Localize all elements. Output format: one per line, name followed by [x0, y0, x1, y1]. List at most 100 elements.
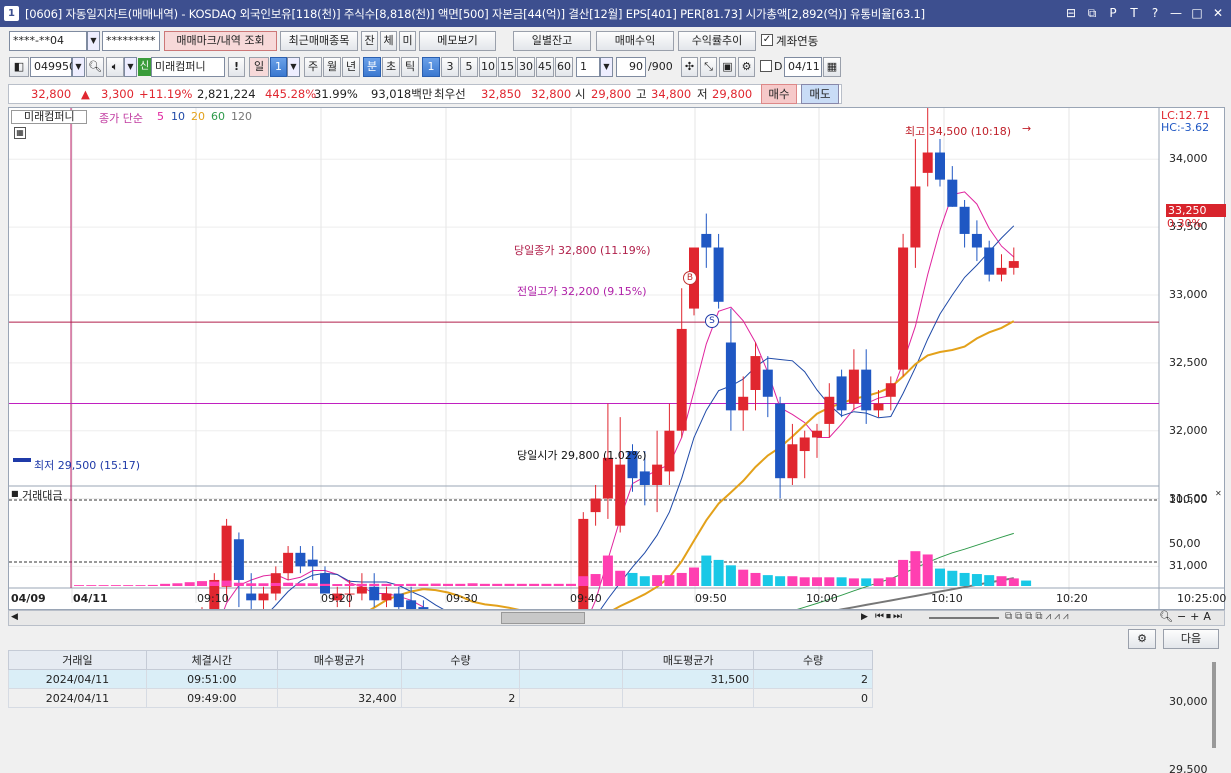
minute-5-button[interactable]: 5 — [460, 57, 478, 77]
maximize-icon[interactable]: □ — [1190, 5, 1204, 21]
period-num-dropdown-icon[interactable]: ▼ — [287, 57, 300, 77]
chart-layout-icon[interactable]: ◧ — [9, 57, 29, 77]
drawing-tools[interactable]: ⧉⧉⧉⧉⩘⩘⩘ — [1005, 611, 1071, 622]
balance-button[interactable]: 잔 — [361, 31, 378, 51]
price-tick-label: 32,500 — [1169, 355, 1208, 369]
window-title: [0606] 자동일지차트(매매내역) - KOSDAQ 외국인보유[118(천… — [25, 7, 925, 21]
help-icon[interactable]: ? — [1148, 5, 1162, 21]
period-num-select[interactable]: 1 — [270, 57, 287, 77]
account-dropdown-icon[interactable]: ▼ — [87, 31, 100, 51]
volume-panel-close-icon[interactable]: ✕ — [1215, 489, 1222, 498]
unit-dropdown-icon[interactable]: ▼ — [600, 57, 613, 77]
price-tick-label: 31,000 — [1169, 559, 1208, 573]
volume-bar — [996, 576, 1007, 586]
memo-button[interactable]: 메모보기 — [419, 31, 496, 51]
dock-icon[interactable]: ⊟ — [1064, 5, 1078, 21]
hc-value: HC:-3.62 — [1161, 121, 1210, 134]
period-year-button[interactable]: 년 — [342, 57, 360, 77]
candle-body — [381, 593, 392, 601]
password-input[interactable]: ********* — [102, 31, 160, 51]
minute-30-button[interactable]: 30 — [517, 57, 535, 77]
volume-bar — [443, 583, 453, 586]
minute-60-button[interactable]: 60 — [555, 57, 573, 77]
table-settings-gear-icon[interactable]: ⚙ — [1128, 629, 1156, 649]
table-row[interactable]: 2024/04/11 09:49:00 32,400 2 0 — [8, 688, 873, 708]
minute-45-button[interactable]: 45 — [536, 57, 554, 77]
executed-button[interactable]: 체 — [380, 31, 397, 51]
scrollbar-thumb[interactable] — [501, 612, 585, 624]
volume-bar — [221, 580, 232, 586]
crosshair-icon[interactable]: ✣ — [681, 57, 698, 77]
zoom-slider[interactable] — [929, 617, 999, 619]
candle-body — [725, 342, 736, 411]
pin-icon[interactable]: 𝖯 — [1106, 5, 1120, 21]
date-input[interactable]: 04/11 — [784, 57, 822, 77]
sound-icon[interactable]: 🔈︎ — [106, 57, 124, 77]
minute-1-button[interactable]: 1 — [422, 57, 440, 77]
candle-body — [762, 369, 773, 397]
recent-trade-button[interactable]: 최근매매종목 — [280, 31, 358, 51]
table-row[interactable]: 2024/04/11 09:51:00 31,500 2 — [8, 669, 873, 689]
period-week-button[interactable]: 주 — [304, 57, 322, 77]
font-icon[interactable]: T — [1127, 5, 1141, 21]
buy-mark-icon[interactable]: B — [683, 271, 697, 285]
volume-bar — [110, 585, 121, 586]
volume-bar — [615, 570, 626, 586]
daily-balance-button[interactable]: 일별잔고 — [513, 31, 591, 51]
d-checkbox[interactable] — [760, 60, 772, 72]
open-price: 29,800 — [591, 87, 632, 101]
alert-button[interactable]: ! — [228, 57, 245, 77]
period-day-button[interactable]: 일 — [249, 57, 269, 77]
scroll-left-icon[interactable]: ◀ — [11, 612, 18, 622]
table-scrollbar[interactable] — [1212, 662, 1216, 748]
next-button[interactable]: 다음 — [1163, 629, 1219, 649]
scroll-right-icon[interactable]: ▶ — [861, 612, 868, 622]
minute-15-button[interactable]: 15 — [498, 57, 516, 77]
period-month-button[interactable]: 월 — [323, 57, 341, 77]
restore-layout-icon[interactable]: ⧉ — [1085, 5, 1099, 21]
unexecuted-button[interactable]: 미 — [399, 31, 416, 51]
account-link-checkbox[interactable]: ✓ — [761, 34, 773, 46]
sound-dropdown-icon[interactable]: ▼ — [124, 57, 137, 77]
candle-body — [652, 464, 663, 485]
minute-10-button[interactable]: 10 — [479, 57, 497, 77]
legend-ma60: 60 — [211, 110, 225, 123]
legend-stock-name[interactable]: 미래컴퍼니 — [11, 110, 87, 124]
calendar-icon[interactable]: ▦ — [823, 57, 841, 77]
account-input[interactable]: ****-**04 — [9, 31, 87, 51]
playback-controls[interactable]: ⏮⏹⏭ — [875, 611, 904, 622]
minimize-icon[interactable]: — — [1169, 5, 1183, 21]
sell-button[interactable]: 매도 — [801, 84, 839, 104]
candlestick-chart[interactable] — [9, 108, 1224, 609]
sell-mark-icon[interactable]: S — [705, 314, 719, 328]
candle-body — [713, 247, 724, 302]
search-icon[interactable]: 🔍︎ — [86, 57, 104, 77]
zoom-controls[interactable]: 🔍︎−+A — [1159, 610, 1215, 623]
volume-panel-icon: ■ — [11, 489, 19, 498]
time-tick-label: 09:10 — [197, 592, 229, 605]
stock-code-dropdown-icon[interactable]: ▼ — [72, 57, 85, 77]
count-input[interactable]: 90 — [616, 57, 646, 77]
col-exec-time: 체결시간 — [145, 650, 278, 670]
stock-code-input[interactable]: 049950 — [30, 57, 76, 77]
candle-body — [922, 152, 933, 173]
settings-gear-icon[interactable]: ⚙ — [738, 57, 755, 77]
save-icon[interactable]: ▣ — [719, 57, 736, 77]
period-tick-button[interactable]: 틱 — [401, 57, 419, 77]
trade-profit-button[interactable]: 매매수익 — [596, 31, 674, 51]
buy-button[interactable]: 매수 — [761, 84, 797, 104]
cell-buy-qty: 2 — [400, 688, 521, 708]
close-icon[interactable]: ✕ — [1211, 5, 1225, 21]
time-tick-label: 10:10 — [931, 592, 963, 605]
period-minute-button[interactable]: 분 — [363, 57, 381, 77]
period-second-button[interactable]: 초 — [382, 57, 400, 77]
minute-3-button[interactable]: 3 — [441, 57, 459, 77]
draw-tool-icon[interactable]: ⤡ — [700, 57, 717, 77]
chart-panel[interactable]: 미래컴퍼니 종가 단순 5 10 20 60 120 ▦ LC:12.71 HC… — [8, 107, 1226, 773]
mark-query-button[interactable]: 매매마크/내역 조회 — [164, 31, 277, 51]
candle-body — [295, 552, 306, 567]
col-trade-date: 거래일 — [8, 650, 147, 670]
grid-toggle-icon[interactable]: ▦ — [14, 127, 26, 139]
unit-input[interactable]: 1 — [576, 57, 600, 77]
profit-trend-button[interactable]: 수익률추이 — [678, 31, 756, 51]
